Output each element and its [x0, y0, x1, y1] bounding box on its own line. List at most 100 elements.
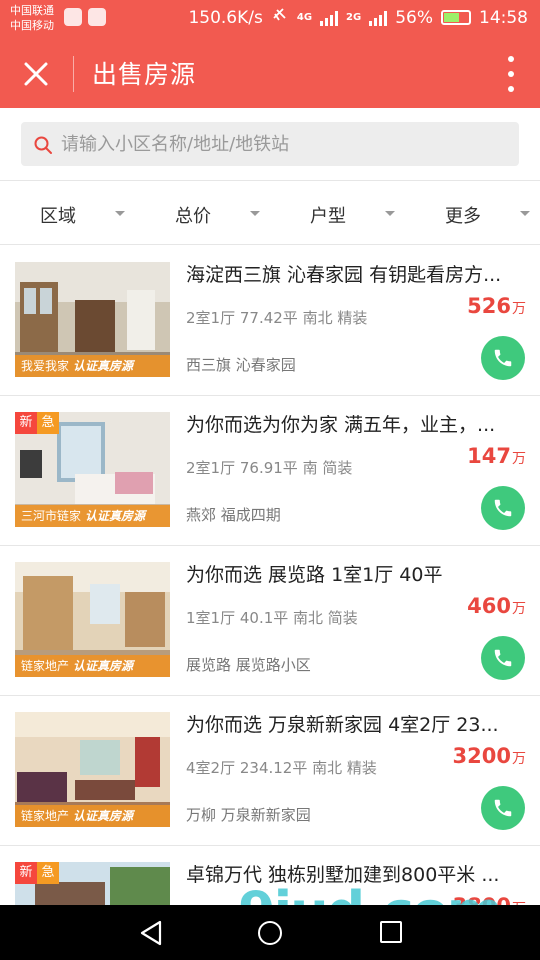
- listing-title: 为你而选 万泉新新家园 4室2厅 23...: [186, 714, 499, 736]
- listing-photo: 链家地产 认证真房源: [15, 712, 170, 827]
- app-notification-icon: [64, 8, 82, 26]
- caret-down-icon: [385, 211, 395, 216]
- tag-urgent: 急: [37, 862, 59, 884]
- filter-label: 区域: [40, 206, 76, 227]
- filter-layout[interactable]: 户型: [270, 182, 405, 244]
- phone-icon: [494, 649, 512, 667]
- listing-price: 460万: [467, 594, 526, 618]
- verified-text: 认证真房源: [73, 809, 134, 823]
- search-icon: [34, 136, 52, 154]
- price-unit: 万: [512, 301, 526, 317]
- filter-total-price[interactable]: 总价: [135, 182, 270, 244]
- price-value: 3200: [452, 744, 511, 768]
- filter-label: 户型: [310, 206, 346, 227]
- agency-name: 我爱我家: [21, 359, 70, 373]
- listing-title: 为你而选为你为家 满五年，业主，...: [186, 414, 496, 436]
- listing-photo: 链家地产 认证真房源: [15, 562, 170, 677]
- listing-price: 3200万: [453, 744, 526, 768]
- listing-item[interactable]: 新 急 三河市链家 认证真房源 为你而选为你为家 满五年，业主，... 2室1厅 …: [0, 396, 540, 546]
- listing-list: 我爱我家 认证真房源 海淀西三旗 沁春家园 有钥匙看房方... 2室1厅 77.4…: [0, 246, 540, 960]
- listing-tags: 新 急: [15, 862, 59, 884]
- tag-urgent: 急: [37, 412, 59, 434]
- verified-label: 认证真房源: [73, 659, 133, 673]
- agency-name: 链家地产: [21, 809, 70, 823]
- verified-text: 认证真房源: [73, 659, 134, 673]
- caret-down-icon: [250, 211, 260, 216]
- call-button[interactable]: [481, 636, 525, 680]
- network-speed: 150.6K/s: [188, 7, 263, 28]
- title-divider: [73, 56, 74, 92]
- filter-district[interactable]: 区域: [0, 182, 135, 244]
- more-options-button[interactable]: [504, 56, 518, 92]
- price-value: 147: [467, 444, 511, 468]
- price-unit: 万: [512, 451, 526, 467]
- agency-bar: 链家地产 认证真房源: [15, 805, 170, 827]
- listing-title: 为你而选 展览路 1室1厅 40平: [186, 564, 443, 586]
- verified-label: 认证真房源: [73, 809, 133, 823]
- agency-bar: 我爱我家 认证真房源: [15, 355, 170, 377]
- listing-location: 展览路 展览路小区: [186, 656, 311, 674]
- listing-spec: 2室1厅 77.42平 南北 精装: [186, 309, 368, 327]
- agency-name: 链家地产: [21, 659, 70, 673]
- app-bar: 出售房源: [0, 38, 540, 108]
- notification-icons: [64, 8, 106, 26]
- price-value: 526: [467, 294, 511, 318]
- agency-bar: 链家地产 认证真房源: [15, 655, 170, 677]
- back-icon[interactable]: [138, 919, 164, 947]
- home-icon[interactable]: [258, 921, 282, 945]
- mute-icon: [271, 6, 289, 29]
- price-value: 460: [467, 594, 511, 618]
- search-input[interactable]: [61, 122, 501, 166]
- filter-more[interactable]: 更多: [405, 182, 540, 244]
- filter-label: 更多: [445, 206, 481, 227]
- listing-photo: 新 急 三河市链家 认证真房源: [15, 412, 170, 527]
- net-type-2: 2G: [346, 12, 362, 23]
- carrier-2: 中国移动: [10, 19, 54, 32]
- call-button[interactable]: [481, 486, 525, 530]
- call-button[interactable]: [481, 336, 525, 380]
- page-title: 出售房源: [92, 60, 197, 89]
- listing-photo: 我爱我家 认证真房源: [15, 262, 170, 377]
- tag-new: 新: [15, 412, 37, 434]
- listing-location: 燕郊 福成四期: [186, 506, 281, 524]
- verified-label: 认证真房源: [85, 509, 145, 523]
- agency-bar: 三河市链家 认证真房源: [15, 505, 170, 527]
- app-screen: 中国联通 中国移动 150.6K/s 4G 2G 56% 14:58 出售房源: [0, 0, 540, 960]
- listing-item[interactable]: 链家地产 认证真房源 为你而选 万泉新新家园 4室2厅 23... 4室2厅 23…: [0, 696, 540, 846]
- search-box[interactable]: [21, 122, 519, 166]
- carrier-1: 中国联通: [10, 4, 54, 17]
- listing-tags: 新 急: [15, 412, 59, 434]
- listing-location: 西三旗 沁春家园: [186, 356, 296, 374]
- battery-percent: 56%: [395, 7, 433, 28]
- listing-spec: 2室1厅 76.91平 南 简装: [186, 459, 353, 477]
- close-icon: [24, 62, 48, 86]
- call-button[interactable]: [481, 786, 525, 830]
- signal-2-icon: [369, 10, 388, 26]
- price-unit: 万: [512, 751, 526, 767]
- clock: 14:58: [479, 7, 528, 28]
- listing-item[interactable]: 我爱我家 认证真房源 海淀西三旗 沁春家园 有钥匙看房方... 2室1厅 77.4…: [0, 246, 540, 396]
- price-unit: 万: [512, 601, 526, 617]
- battery-icon: [441, 10, 471, 25]
- tag-new: 新: [15, 862, 37, 884]
- verified-label: 认证真房源: [73, 359, 133, 373]
- image-notification-icon: [88, 8, 106, 26]
- carrier-labels: 中国联通 中国移动: [10, 3, 54, 33]
- phone-icon: [494, 499, 512, 517]
- signal-1-icon: [320, 10, 339, 26]
- status-right: 150.6K/s 4G 2G 56% 14:58: [188, 6, 528, 29]
- phone-icon: [494, 349, 512, 367]
- verified-text: 认证真房源: [73, 359, 134, 373]
- listing-spec: 1室1厅 40.1平 南北 简装: [186, 609, 358, 627]
- status-bar: 中国联通 中国移动 150.6K/s 4G 2G 56% 14:58: [0, 0, 540, 38]
- filter-bar: 区域 总价 户型 更多: [0, 182, 540, 245]
- recent-apps-icon[interactable]: [380, 921, 402, 943]
- listing-price: 526万: [467, 294, 526, 318]
- listing-item[interactable]: 链家地产 认证真房源 为你而选 展览路 1室1厅 40平 1室1厅 40.1平 南…: [0, 546, 540, 696]
- caret-down-icon: [520, 211, 530, 216]
- caret-down-icon: [115, 211, 125, 216]
- close-button[interactable]: [18, 56, 54, 92]
- listing-title: 海淀西三旗 沁春家园 有钥匙看房方...: [186, 264, 502, 286]
- system-nav-bar: [0, 905, 540, 960]
- listing-location: 万柳 万泉新新家园: [186, 806, 311, 824]
